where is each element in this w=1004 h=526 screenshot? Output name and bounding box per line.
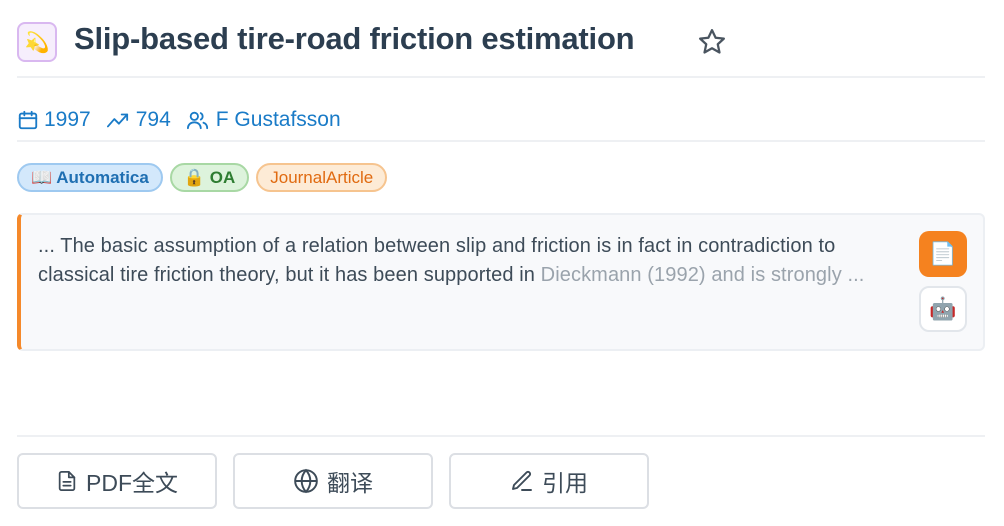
paper-emoji-badge: 💫 (17, 22, 57, 62)
citation-count: 794 (105, 104, 171, 136)
sparkle-icon: 💫 (24, 31, 50, 54)
ai-assistant-button[interactable]: 🤖 (919, 286, 967, 332)
paper-tags: 📖 Automatica 🔒 OA JournalArticle (17, 163, 394, 192)
article-type-tag[interactable]: JournalArticle (256, 163, 388, 192)
file-text-icon (58, 470, 76, 492)
document-icon: 📄 (929, 241, 957, 266)
journal-tag[interactable]: 📖 Automatica (17, 163, 163, 192)
translate-label: 翻译 (327, 470, 373, 496)
cite-button[interactable]: 引用 (449, 453, 649, 509)
trending-up-icon (106, 113, 128, 128)
paper-header: 💫 Slip-based tire-road friction estimati… (17, 18, 985, 78)
publication-year: 1997 (17, 104, 91, 136)
pdf-fulltext-button[interactable]: PDF全文 (17, 453, 217, 509)
pdf-fulltext-label: PDF全文 (86, 470, 178, 496)
translate-button[interactable]: 翻译 (233, 453, 433, 509)
cite-label: 引用 (542, 470, 588, 496)
open-access-tag[interactable]: 🔒 OA (169, 163, 250, 192)
paper-meta-row: 1997 794 F Gustafsson (17, 104, 985, 142)
section-divider (17, 435, 985, 437)
pen-icon (512, 471, 532, 491)
calendar-icon (18, 110, 38, 130)
users-icon (186, 111, 208, 130)
paper-title[interactable]: Slip-based tire-road friction estimation (74, 18, 635, 60)
authors-link[interactable]: F Gustafsson (185, 104, 341, 136)
abstract-faded-text: Dieckmann (1992) and is strongly ... (540, 263, 865, 286)
abstract-text: ... The basic assumption of a relation b… (38, 232, 878, 289)
globe-icon (294, 468, 318, 494)
star-icon (699, 29, 725, 54)
favorite-button[interactable] (694, 24, 730, 60)
robot-icon: 🤖 (929, 296, 957, 321)
open-document-button[interactable]: 📄 (919, 231, 967, 277)
abstract-snippet: ... The basic assumption of a relation b… (17, 213, 985, 351)
action-bar: PDF全文 翻译 引用 (17, 453, 665, 509)
